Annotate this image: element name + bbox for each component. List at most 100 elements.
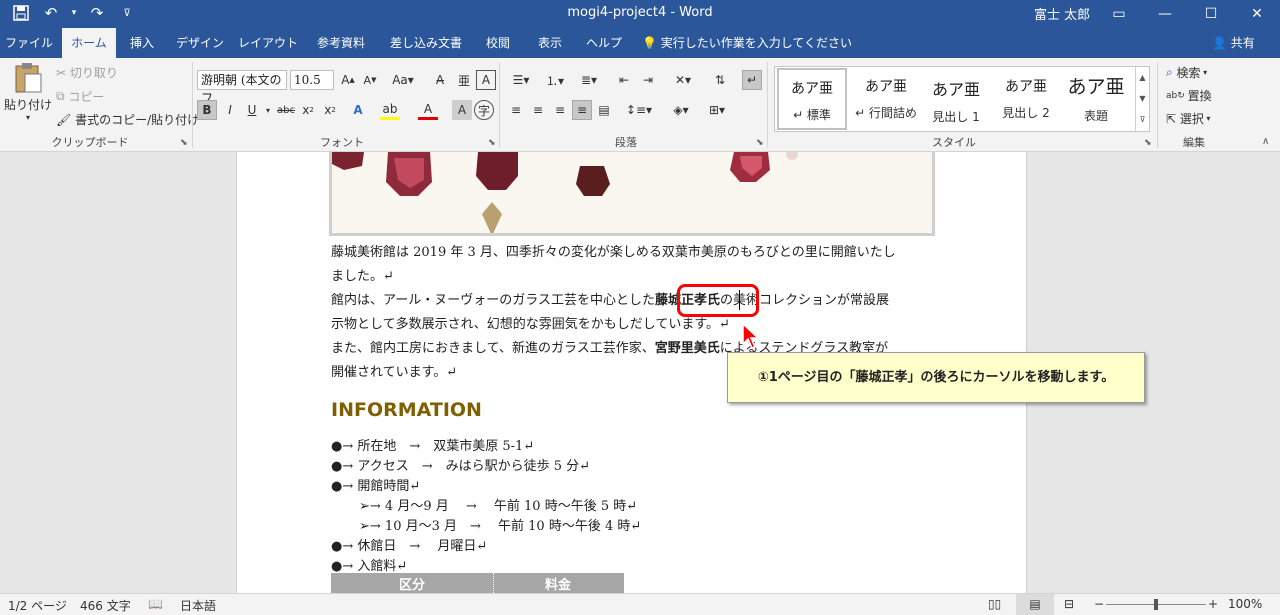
multilevel-list-icon[interactable]: ≣▾: [574, 70, 604, 90]
show-formatting-marks-icon[interactable]: ↵: [742, 70, 762, 90]
borders-icon[interactable]: ⊞▾: [702, 100, 732, 120]
bullets-icon[interactable]: ☰▾: [506, 70, 536, 90]
list-item[interactable]: ●→ 開館時間↵: [331, 475, 420, 494]
table-header-cell[interactable]: 料金: [545, 574, 571, 593]
close-button[interactable]: ✕: [1234, 0, 1280, 28]
shrink-font-icon[interactable]: A ▼: [360, 70, 380, 90]
tab-mailings[interactable]: 差し込み文書: [382, 28, 470, 58]
sort-icon[interactable]: ⇅: [710, 70, 730, 90]
page[interactable]: 藤城美術館は 2019 年 3 月、四季折々の変化が楽しめる双葉市美原のもろびと…: [236, 152, 1145, 593]
list-subitem[interactable]: ➢→ 4 月～9 月 → 午前 10 時～午後 5 時↵: [359, 495, 637, 514]
tell-me-box[interactable]: 💡 実行したい作業を入力してください: [642, 28, 852, 58]
decrease-indent-icon[interactable]: ⇤: [614, 70, 634, 90]
character-shading-icon[interactable]: A: [452, 100, 472, 120]
bold-button[interactable]: B: [197, 100, 217, 120]
user-name[interactable]: 富士 太郎: [1034, 4, 1090, 23]
web-layout-icon[interactable]: ⊟: [1064, 597, 1074, 611]
bold-name-miyano[interactable]: 宮野里美氏: [655, 341, 720, 356]
tab-view[interactable]: 表示: [528, 28, 572, 58]
select-button[interactable]: ⇱ 選択 ▾: [1166, 110, 1210, 127]
style-normal[interactable]: あア亜 ↵ 標準: [777, 68, 847, 130]
glass-ornament-image[interactable]: [329, 152, 935, 236]
line-spacing-icon[interactable]: ↕≡▾: [624, 100, 654, 120]
body-paragraph-1[interactable]: 藤城美術館は 2019 年 3 月、四季折々の変化が楽しめる双葉市美原のもろびと…: [331, 241, 896, 260]
dialog-launcher-icon[interactable]: ⬊: [488, 138, 496, 148]
tab-home[interactable]: ホーム: [62, 28, 116, 58]
tab-layout[interactable]: レイアウト: [236, 28, 300, 58]
copy-button[interactable]: ⧉ コピー: [56, 88, 104, 105]
subscript-button[interactable]: x2: [298, 100, 318, 120]
font-name-dropdown[interactable]: 游明朝 (本文のフ: [197, 70, 287, 105]
tab-references[interactable]: 参考資料: [306, 28, 376, 58]
highlight-color-icon[interactable]: ab: [380, 100, 400, 120]
tab-design[interactable]: デザイン: [170, 28, 230, 58]
align-left-icon[interactable]: ≡: [506, 100, 526, 120]
share-button[interactable]: 👤 共有: [1212, 28, 1255, 58]
grow-font-icon[interactable]: A ▲: [338, 70, 358, 90]
ribbon-display-options-icon[interactable]: ▭: [1096, 0, 1142, 28]
align-center-icon[interactable]: ≡: [528, 100, 548, 120]
increase-indent-icon[interactable]: ⇥: [638, 70, 658, 90]
maximize-button[interactable]: ☐: [1188, 0, 1234, 28]
list-item[interactable]: ●→ 入館料↵: [331, 555, 407, 574]
numbering-icon[interactable]: ⒈▾: [540, 70, 570, 90]
tab-review[interactable]: 校閲: [476, 28, 520, 58]
change-case-icon[interactable]: Aa▾: [388, 70, 418, 90]
gallery-scroll[interactable]: ▲ ▼ ⊽: [1135, 67, 1149, 131]
style-heading-1[interactable]: あア亜 見出し 1: [921, 68, 991, 130]
body-paragraph-1-cont[interactable]: ました。↵: [331, 265, 394, 284]
shading-icon[interactable]: ◈▾: [666, 100, 696, 120]
format-painter-button[interactable]: 🖌 書式のコピー/貼り付け: [56, 111, 199, 128]
paste-button[interactable]: 貼り付け ▾: [4, 62, 52, 122]
print-layout-icon[interactable]: ▤: [1016, 594, 1054, 615]
cut-button[interactable]: ✂ 切り取り: [56, 64, 118, 81]
dialog-launcher-icon[interactable]: ⬊: [180, 138, 188, 148]
superscript-button[interactable]: x2: [320, 100, 340, 120]
tab-file[interactable]: ファイル: [0, 28, 58, 58]
zoom-slider-thumb[interactable]: [1154, 599, 1158, 610]
strikethrough-button[interactable]: abc: [276, 100, 296, 120]
list-subitem[interactable]: ➢→ 10 月～3 月 → 午前 10 時～午後 4 時↵: [359, 515, 641, 534]
word-count[interactable]: 466 文字: [80, 597, 131, 614]
read-mode-icon[interactable]: ▯▯: [988, 597, 1001, 611]
proofing-icon[interactable]: 📖: [148, 597, 163, 611]
table-header-cell[interactable]: 区分: [399, 574, 425, 593]
zoom-level[interactable]: 100%: [1228, 597, 1262, 611]
phonetic-guide-icon[interactable]: 亜: [454, 70, 474, 90]
list-item[interactable]: ●→ アクセス → みはら駅から徒歩 5 分↵: [331, 455, 590, 474]
page-count[interactable]: 1/2 ページ: [8, 597, 67, 614]
body-paragraph-2[interactable]: 館内は、アール・ヌーヴォーのガラス工芸を中心とした藤城正孝氏の美術コレクションが…: [331, 289, 889, 308]
style-heading-2[interactable]: あア亜 見出し 2: [991, 68, 1061, 130]
text-direction-icon[interactable]: ✕▾: [668, 70, 698, 90]
language-indicator[interactable]: 日本語: [180, 597, 216, 614]
distributed-icon[interactable]: ▤: [594, 100, 614, 120]
justify-icon[interactable]: ≡: [572, 100, 592, 120]
dialog-launcher-icon[interactable]: ⬊: [756, 138, 764, 148]
chevron-down-icon[interactable]: ▾: [258, 100, 278, 120]
collapse-ribbon-icon[interactable]: ∧: [1262, 136, 1269, 147]
list-item[interactable]: ●→ 休館日 → 月曜日↵: [331, 535, 487, 554]
font-color-icon[interactable]: A: [418, 100, 438, 120]
text-effects-icon[interactable]: A: [348, 100, 368, 120]
fee-table-header[interactable]: 区分 料金: [331, 573, 624, 593]
zoom-out-button[interactable]: −: [1094, 597, 1104, 611]
body-paragraph-3-cont[interactable]: 開催されています。↵: [331, 361, 457, 380]
character-border-icon[interactable]: A: [476, 70, 496, 90]
minimize-button[interactable]: —: [1142, 0, 1188, 28]
align-right-icon[interactable]: ≡: [550, 100, 570, 120]
zoom-in-button[interactable]: +: [1208, 597, 1218, 611]
body-paragraph-2-cont[interactable]: 示物として多数展示され、幻想的な雰囲気をかもしだしています。↵: [331, 313, 730, 332]
tab-insert[interactable]: 挿入: [120, 28, 164, 58]
enclose-characters-icon[interactable]: 字: [474, 100, 494, 120]
italic-button[interactable]: I: [220, 100, 240, 120]
tab-help[interactable]: ヘルプ: [580, 28, 628, 58]
list-item[interactable]: ●→ 所在地 → 双葉市美原 5-1↵: [331, 435, 534, 454]
style-no-spacing[interactable]: あア亜 ↵ 行間詰め: [851, 68, 921, 130]
information-heading[interactable]: INFORMATION: [331, 399, 482, 421]
font-size-dropdown[interactable]: 10.5: [290, 70, 334, 90]
find-button[interactable]: ⌕ 検索 ▾: [1166, 64, 1207, 81]
dialog-launcher-icon[interactable]: ⬊: [1144, 138, 1152, 148]
replace-button[interactable]: ab↻ 置換: [1166, 87, 1212, 104]
clear-formatting-icon[interactable]: A̶: [430, 70, 450, 90]
style-title[interactable]: あア亜 表題: [1061, 68, 1131, 130]
